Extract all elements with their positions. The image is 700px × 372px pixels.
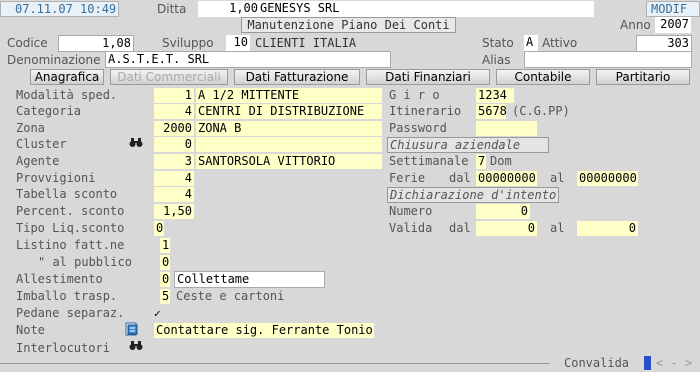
note-label: Note: [16, 323, 45, 337]
provvigioni-field[interactable]: 4: [154, 171, 194, 186]
convalida-label: Convalida: [564, 356, 630, 370]
allestimento-code-field[interactable]: 0: [160, 272, 170, 287]
tab-partitario[interactable]: Partitario: [596, 69, 690, 85]
alias-field[interactable]: [524, 51, 692, 68]
cluster-desc: [196, 137, 382, 152]
denominazione-field[interactable]: A.S.T.E.T. SRL: [105, 51, 391, 68]
provvigioni-label: Provvigioni: [16, 171, 96, 185]
alias-label: Alias: [482, 53, 511, 67]
stato-label: Stato: [482, 36, 514, 50]
binoculars-icon[interactable]: [127, 137, 144, 152]
binoculars-icon[interactable]: [127, 340, 144, 355]
chiusura-aziendale-header: Chiusura aziendale: [387, 137, 549, 153]
categoria-desc: CENTRI DI DISTRIBUZIONE: [196, 104, 382, 119]
mode-indicator: MODIF: [646, 1, 700, 17]
ferie-dal-field[interactable]: 00000000: [476, 171, 537, 186]
cluster-label: Cluster: [16, 137, 67, 151]
zona-desc: ZONA B: [196, 121, 382, 136]
tabella-sconto-field[interactable]: 4: [154, 187, 194, 202]
cluster-code-field[interactable]: 0: [154, 137, 194, 152]
tab-anagrafica[interactable]: Anagrafica: [30, 69, 104, 85]
modalita-desc: A 1/2 MITTENTE: [196, 88, 382, 103]
agente-label: Agente: [16, 154, 60, 168]
modalita-code-field[interactable]: 1: [154, 88, 194, 103]
valida-al-field[interactable]: 0: [577, 221, 638, 236]
ferie-dal-label: dal: [449, 171, 471, 185]
valida-dal-label: dal: [449, 221, 471, 235]
convalida-marker[interactable]: [644, 356, 651, 370]
imballo-code-field[interactable]: 5: [160, 289, 170, 304]
note-field[interactable]: Contattare sig. Ferrante Tonio: [154, 323, 374, 338]
interlocutori-label: Interlocutori: [16, 341, 110, 355]
stato-code-field[interactable]: A: [524, 35, 538, 52]
tab-dati-finanziari[interactable]: Dati Finanziari: [366, 69, 490, 85]
allestimento-desc: Collettame: [174, 271, 325, 288]
footer-divider: [0, 363, 550, 364]
settimanale-code-field[interactable]: 7: [476, 154, 486, 169]
note-icon[interactable]: [124, 322, 141, 337]
itinerario-desc: (C.G.PP): [512, 104, 570, 118]
percent-sconto-label: Percent. sconto: [16, 204, 125, 218]
password-field[interactable]: [476, 121, 537, 136]
valida-label: Valida: [389, 221, 433, 235]
numero-field[interactable]: 0: [476, 204, 530, 219]
ditta-name-field: GENESYS SRL: [260, 1, 594, 17]
pedane-checkbox[interactable]: ✓: [154, 306, 164, 321]
itinerario-code-field[interactable]: 5678: [476, 104, 507, 119]
modalita-label: Modalità sped.: [16, 88, 118, 102]
agente-code-field[interactable]: 3: [154, 154, 194, 169]
ferie-al-label: al: [550, 171, 565, 185]
anno-label: Anno: [620, 18, 651, 32]
settimanale-desc: Dom: [490, 154, 512, 168]
sviluppo-desc: CLIENTI ITALIA: [255, 36, 357, 50]
password-label: Password: [389, 121, 447, 135]
datetime-field: 07.11.07 10:49: [0, 1, 119, 17]
pedane-label: Pedane separaz.: [16, 306, 125, 320]
nav-arrows[interactable]: < - >: [656, 356, 692, 371]
ferie-al-field[interactable]: 00000000: [577, 171, 638, 186]
settimanale-label: Settimanale: [389, 154, 469, 168]
tabella-sconto-label: Tabella sconto: [16, 187, 118, 201]
agente-desc: SANTORSOLA VITTORIO: [196, 154, 382, 169]
anno-field[interactable]: 2007: [655, 17, 691, 33]
categoria-code-field[interactable]: 4: [154, 104, 194, 119]
sviluppo-label: Sviluppo: [162, 36, 214, 50]
tipo-liq-field[interactable]: 0: [154, 221, 164, 236]
ferie-label: Ferie: [389, 171, 426, 185]
valida-dal-field[interactable]: 0: [476, 221, 537, 236]
window-title: Manutenzione Piano Dei Conti: [241, 17, 456, 33]
numero-label: Numero: [389, 204, 433, 218]
pubblico-label: " al pubblico: [38, 255, 132, 269]
denominazione-label: Denominazione: [7, 53, 101, 67]
pubblico-field[interactable]: 0: [160, 255, 170, 270]
tab-contabile[interactable]: Contabile: [496, 69, 590, 85]
allestimento-label: Allestimento: [16, 272, 103, 286]
ditta-label: Ditta: [157, 2, 187, 16]
giro-label: G i r o: [389, 88, 440, 102]
stato-desc: Attivo: [542, 36, 578, 50]
sviluppo-code-field[interactable]: 10: [226, 35, 250, 52]
codice-label: Codice: [7, 36, 48, 50]
imballo-label: Imballo trasp.: [16, 289, 118, 303]
tipo-liq-label: Tipo Liq.sconto: [16, 221, 125, 235]
zona-code-field[interactable]: 2000: [154, 121, 194, 136]
tab-dati-commerciali: Dati Commerciali: [110, 69, 228, 85]
valida-al-label: al: [550, 221, 565, 235]
imballo-desc: Ceste e cartoni: [176, 289, 285, 303]
listino-field[interactable]: 1: [160, 238, 170, 253]
ditta-code-field[interactable]: 1,00: [198, 1, 260, 17]
tab-dati-fatturazione[interactable]: Dati Fatturazione: [234, 69, 360, 85]
percent-sconto-field[interactable]: 1,50: [154, 204, 194, 219]
zona-label: Zona: [16, 121, 45, 135]
categoria-label: Categoria: [16, 104, 82, 118]
dichiarazione-intento-header: Dichiarazione d'intento: [387, 187, 559, 203]
stato-num-field[interactable]: 303: [636, 35, 692, 52]
listino-label: Listino fatt.ne: [16, 238, 125, 252]
codice-field[interactable]: 1,08: [58, 35, 134, 52]
giro-field[interactable]: 1234: [476, 88, 514, 103]
itinerario-label: Itinerario: [389, 104, 462, 118]
